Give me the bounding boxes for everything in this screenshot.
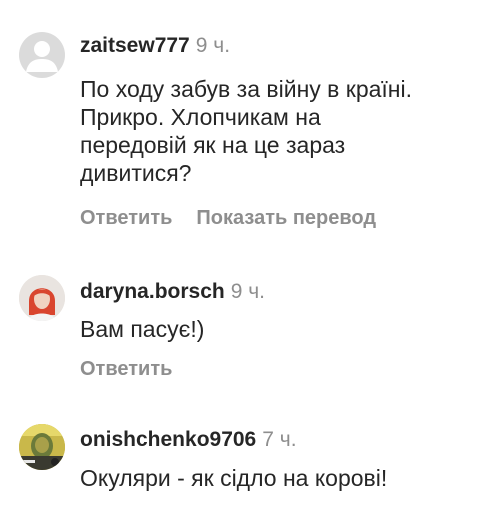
comment-actions: Ответить Показать перевод <box>80 206 376 230</box>
comment-time: 9 ч. <box>230 280 266 303</box>
comment-time: 7 ч. <box>262 428 297 451</box>
avatar-photo <box>19 275 65 321</box>
comment-username[interactable]: zaitsew777 <box>80 34 190 57</box>
comment-time: 9 ч. <box>195 34 231 57</box>
comment-text-line: Окуляри - як сідло на корові! <box>80 465 388 491</box>
comment-text: Окуляри - як сідло на корові! <box>80 464 490 492</box>
red-haired-woman-avatar[interactable] <box>19 275 65 321</box>
comment-actions: Ответить <box>80 357 172 381</box>
comment-username[interactable]: daryna.borsch <box>80 280 225 303</box>
user-silhouette-icon <box>26 41 58 72</box>
default-user-avatar-icon[interactable] <box>19 32 65 78</box>
show-translation-button[interactable]: Показать перевод <box>196 207 376 229</box>
comment-text: По ходу забув за війну в країні. Прикро.… <box>80 75 490 187</box>
comment-text-line: Прикро. Хлопчикам на <box>80 104 321 130</box>
comment-header: zaitsew777 9 ч. <box>80 34 230 58</box>
yellow-profile-photo-avatar[interactable] <box>19 424 65 470</box>
comment-text-line: передовій як на це зараз <box>80 132 346 158</box>
comment-username[interactable]: onishchenko9706 <box>80 428 256 451</box>
avatar-photo <box>19 424 65 470</box>
comment-text-line: дивитися? <box>80 160 192 186</box>
comment-header: onishchenko9706 7 ч. <box>80 428 297 452</box>
comment-header: daryna.borsch 9 ч. <box>80 280 265 304</box>
reply-button[interactable]: Ответить <box>80 358 172 380</box>
comment-text: Вам пасує!) <box>80 315 490 343</box>
comment-text-line: Вам пасує!) <box>80 316 205 342</box>
reply-button[interactable]: Ответить <box>80 207 172 229</box>
comment-text-line: По ходу забув за війну в країні. <box>80 76 413 102</box>
